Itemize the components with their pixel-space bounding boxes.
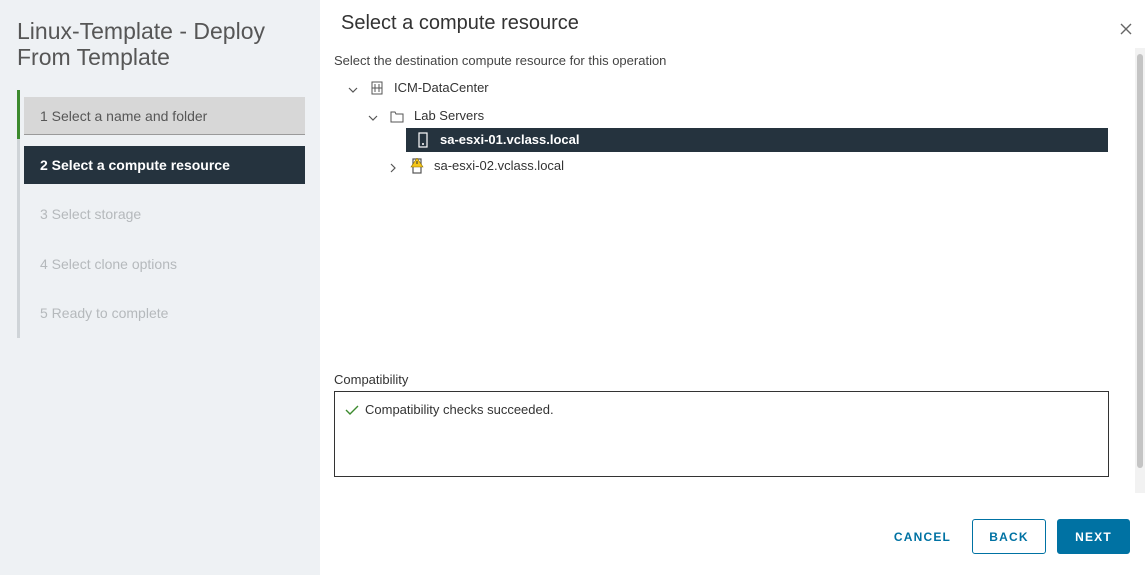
checkmark-icon [345,405,359,415]
step-select-storage: 3 Select storage [40,206,142,222]
step-select-clone-options: 4 Select clone options [40,256,177,272]
host-icon [416,132,430,148]
step-select-name-folder[interactable]: 1 Select a name and folder [24,97,305,135]
next-button[interactable]: NEXT [1057,519,1130,554]
wizard-sidebar: Linux-Template - Deploy From Template 1 … [0,0,320,575]
wizard-title: Linux-Template - Deploy From Template [17,18,266,70]
tree-node-label: ICM-DataCenter [394,80,489,95]
tree-node-label: sa-esxi-01.vclass.local [440,132,580,147]
compatibility-label: Compatibility [334,372,409,387]
step-select-compute-resource[interactable]: 2 Select a compute resource [24,146,305,184]
back-button[interactable]: BACK [972,519,1046,554]
close-icon[interactable] [1117,20,1135,38]
tree-node-label: sa-esxi-02.vclass.local [434,158,565,173]
tree-node-host-selected[interactable]: sa-esxi-01.vclass.local [406,128,1108,152]
compatibility-panel: Compatibility checks succeeded. [334,391,1109,477]
steps-progress-done [17,90,20,139]
compatibility-message-text: Compatibility checks succeeded. [365,402,554,417]
host-warning-icon [410,157,424,174]
page-subtitle: Select the destination compute resource … [334,53,667,68]
datacenter-icon [370,80,384,96]
tree-node-label: Lab Servers [414,108,485,123]
scrollbar[interactable] [1135,48,1145,493]
compatibility-message: Compatibility checks succeeded. [345,402,554,417]
chevron-right-icon[interactable] [386,159,400,173]
main-panel: Select a compute resource Select the des… [320,0,1147,575]
step-ready-to-complete: 5 Ready to complete [40,305,169,321]
cancel-button[interactable]: CANCEL [885,519,960,554]
page-title: Select a compute resource [341,12,579,34]
tree-node-datacenter[interactable]: ICM-DataCenter [346,76,489,100]
tree-node-folder[interactable]: Lab Servers [366,104,484,128]
folder-icon [390,108,404,124]
chevron-down-icon[interactable] [366,109,380,123]
tree-node-host-warning[interactable]: sa-esxi-02.vclass.local [386,154,564,178]
chevron-down-icon[interactable] [346,81,360,95]
scroll-thumb[interactable] [1137,54,1143,468]
